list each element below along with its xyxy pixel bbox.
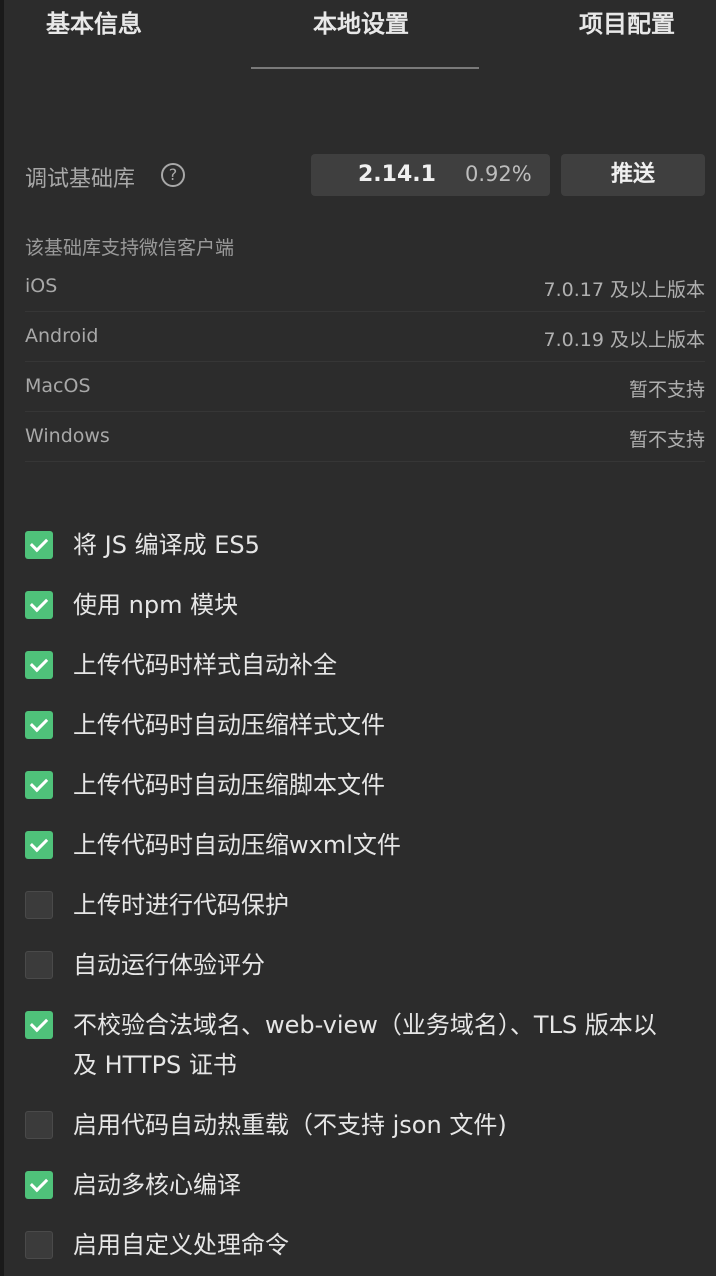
tab-local-settings[interactable]: 本地设置	[313, 4, 409, 39]
checkbox[interactable]	[25, 771, 53, 799]
support-row-android: Android 7.0.19 及以上版本	[25, 311, 705, 362]
checkbox[interactable]	[25, 891, 53, 919]
checkbox[interactable]	[25, 1171, 53, 1199]
checkbox[interactable]	[25, 831, 53, 859]
tab-bar: 基本信息 本地设置 项目配置	[0, 0, 716, 70]
lib-version-select[interactable]: 2.14.1 0.92%	[311, 154, 550, 196]
question-circle-icon[interactable]: ?	[161, 163, 185, 187]
checkbox[interactable]	[25, 1011, 53, 1039]
checkbox[interactable]	[25, 591, 53, 619]
lib-version-percent: 0.92%	[465, 162, 532, 186]
option-label: 上传代码时样式自动补全	[73, 651, 337, 679]
support-value: 暂不支持	[628, 379, 705, 401]
option-label: 启用自定义处理命令	[73, 1231, 289, 1259]
support-row-macos: MacOS 暂不支持	[25, 361, 705, 412]
support-title: 该基础库支持微信客户端	[25, 237, 235, 259]
checkbox[interactable]	[25, 1231, 53, 1259]
option-label: 上传代码时自动压缩样式文件	[73, 711, 385, 739]
push-button[interactable]: 推送	[561, 154, 705, 196]
support-platform: Windows	[25, 425, 110, 447]
lib-version-value: 2.14.1	[358, 162, 436, 187]
support-row-ios: iOS 7.0.17 及以上版本	[25, 261, 705, 312]
support-value: 暂不支持	[628, 429, 705, 451]
debug-lib-label: 调试基础库	[25, 167, 136, 192]
option-label: 不校验合法域名、web-view（业务域名）、TLS 版本以及 HTTPS 证书	[73, 1011, 657, 1079]
option-label: 自动运行体验评分	[73, 951, 265, 979]
option-label: 上传代码时自动压缩wxml文件	[73, 831, 401, 859]
window-left-edge	[0, 0, 4, 1276]
option-label: 上传时进行代码保护	[73, 891, 289, 919]
support-value: 7.0.19 及以上版本	[543, 329, 705, 351]
support-platform: iOS	[25, 275, 58, 297]
support-row-windows: Windows 暂不支持	[25, 411, 705, 462]
checkbox[interactable]	[25, 651, 53, 679]
active-tab-indicator	[251, 67, 479, 69]
support-platform: Android	[25, 325, 99, 347]
tab-basic-info[interactable]: 基本信息	[46, 4, 142, 39]
option-label: 上传代码时自动压缩脚本文件	[73, 771, 385, 799]
checkbox[interactable]	[25, 711, 53, 739]
option-label: 使用 npm 模块	[73, 591, 239, 619]
checkbox[interactable]	[25, 1111, 53, 1139]
checkbox[interactable]	[25, 951, 53, 979]
tab-project-config[interactable]: 项目配置	[579, 4, 675, 39]
support-platform: MacOS	[25, 375, 91, 397]
option-label: 将 JS 编译成 ES5	[73, 531, 260, 559]
option-label: 启动多核心编译	[73, 1171, 241, 1199]
checkbox[interactable]	[25, 531, 53, 559]
support-value: 7.0.17 及以上版本	[543, 279, 705, 301]
option-label: 启用代码自动热重载（不支持 json 文件)	[73, 1111, 507, 1139]
